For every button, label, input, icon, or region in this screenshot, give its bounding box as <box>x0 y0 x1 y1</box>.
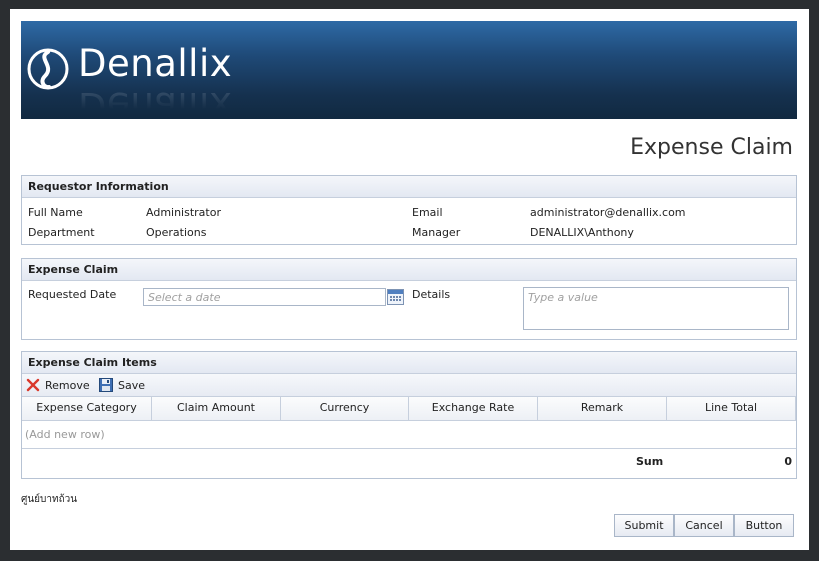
full-name-value: Administrator <box>146 206 221 219</box>
header-banner: Denallix Denallix <box>21 21 797 119</box>
email-label: Email <box>412 206 443 219</box>
requestor-section-header: Requestor Information <box>22 176 796 198</box>
full-name-label: Full Name <box>28 206 83 219</box>
expense-claim-section-header: Expense Claim <box>22 259 796 281</box>
manager-value: DENALLIX\Anthony <box>530 226 634 239</box>
sum-label: Sum <box>636 455 664 468</box>
col-expense-category[interactable]: Expense Category <box>22 397 152 420</box>
sum-value: 0 <box>784 455 792 468</box>
requested-date-input[interactable]: Select a date <box>143 288 386 306</box>
denallix-logo-icon <box>27 48 69 90</box>
expense-items-section: Expense Claim Items Remove Save Expense … <box>21 351 797 479</box>
col-remark[interactable]: Remark <box>538 397 667 420</box>
submit-button[interactable]: Submit <box>614 514 674 537</box>
generic-button[interactable]: Button <box>734 514 794 537</box>
brand-logo-text: Denallix <box>78 42 233 85</box>
amount-in-words: ศูนย์บาทถ้วน <box>21 494 78 505</box>
manager-label: Manager <box>412 226 461 239</box>
details-label: Details <box>412 288 451 301</box>
requestor-section: Requestor Information Full Name Administ… <box>21 175 797 245</box>
col-exchange-rate[interactable]: Exchange Rate <box>409 397 538 420</box>
details-textarea[interactable]: Type a value <box>523 287 789 330</box>
brand-logo-reflection: Denallix <box>78 84 233 119</box>
add-row-area: (Add new row) <box>22 421 796 449</box>
details-placeholder: Type a value <box>528 291 598 304</box>
requested-date-placeholder: Select a date <box>148 291 221 304</box>
page-title: Expense Claim <box>630 135 793 160</box>
items-toolbar: Remove Save <box>22 374 796 397</box>
remove-x-icon <box>26 378 40 392</box>
department-label: Department <box>28 226 95 239</box>
items-grid-header: Expense Category Claim Amount Currency E… <box>22 397 796 421</box>
col-line-total[interactable]: Line Total <box>667 397 796 420</box>
col-claim-amount[interactable]: Claim Amount <box>152 397 281 420</box>
add-new-row-link[interactable]: (Add new row) <box>25 428 105 441</box>
requested-date-label: Requested Date <box>28 288 117 301</box>
remove-label: Remove <box>45 379 90 392</box>
save-label: Save <box>118 379 146 392</box>
expense-items-section-header: Expense Claim Items <box>22 352 796 374</box>
calendar-icon[interactable] <box>387 289 404 305</box>
department-value: Operations <box>146 226 207 239</box>
save-disk-icon <box>99 378 113 392</box>
expense-claim-section: Expense Claim Requested Date Select a da… <box>21 258 797 340</box>
email-value: administrator@denallix.com <box>530 206 686 219</box>
col-currency[interactable]: Currency <box>281 397 409 420</box>
sum-row: Sum 0 <box>22 449 796 475</box>
cancel-button[interactable]: Cancel <box>674 514 734 537</box>
